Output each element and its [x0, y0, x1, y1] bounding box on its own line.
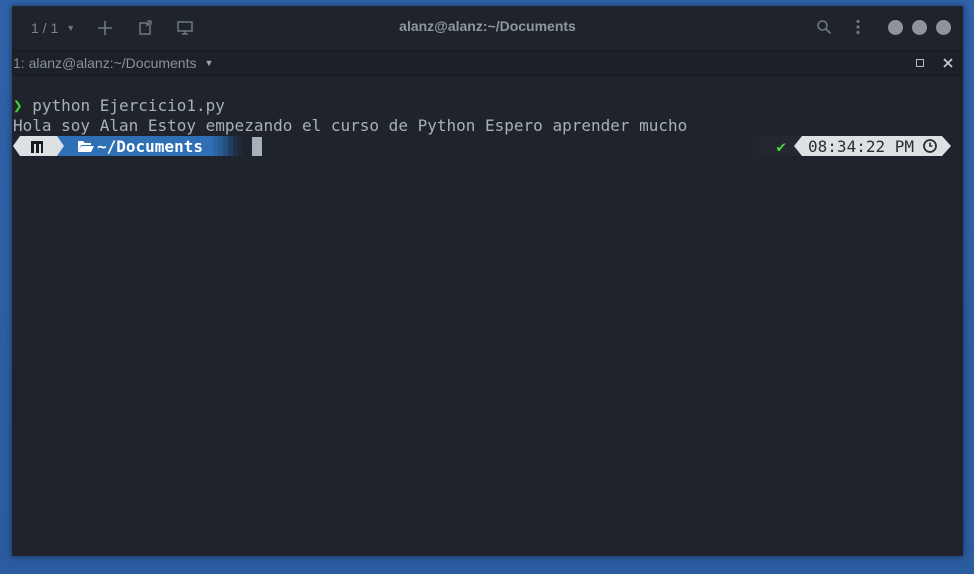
segment-fade	[212, 136, 243, 156]
tab-controls	[913, 56, 955, 70]
close-icon[interactable]	[941, 56, 955, 70]
command-line: ❯ python Ejercicio1.py	[13, 96, 225, 116]
split-icon[interactable]	[175, 18, 195, 38]
terminal-window: 1 / 1 ▼ alanz@alanz:~/Documents 1: alanz…	[12, 6, 963, 556]
minimize-button[interactable]	[888, 19, 903, 35]
desktop: 1 / 1 ▼ alanz@alanz:~/Documents 1: alanz…	[0, 0, 974, 574]
tab-bar: 1: alanz@alanz:~/Documents ▼	[12, 50, 963, 76]
powerline-right-prompt: ✔ 08:34:22 PM	[750, 136, 951, 156]
linux-logo-icon	[13, 136, 71, 156]
powerline-prompt: ~/Documents	[13, 136, 243, 156]
terminal-output-area[interactable]: ❯ python Ejercicio1.py Hola soy Alan Est…	[12, 76, 963, 556]
maximize-button[interactable]	[912, 19, 927, 35]
tab-terminal-1[interactable]: 1: alanz@alanz:~/Documents ▼	[13, 55, 213, 71]
close-button[interactable]	[936, 19, 951, 35]
folder-open-icon	[78, 141, 94, 152]
command-text: python Ejercicio1.py	[32, 96, 225, 115]
exit-status-segment: ✔	[770, 136, 795, 156]
segment-separator	[794, 136, 803, 156]
chevron-down-icon: ▼	[66, 23, 76, 33]
window-buttons	[888, 19, 951, 35]
os-segment	[13, 136, 71, 156]
title-bar: 1 / 1 ▼ alanz@alanz:~/Documents	[12, 6, 963, 50]
chevron-down-icon: ▼	[204, 58, 214, 68]
search-icon[interactable]	[814, 17, 834, 37]
program-output: Hola soy Alan Estoy empezando el curso d…	[13, 116, 688, 135]
clock-icon	[923, 139, 937, 153]
title-bar-right-controls	[800, 17, 951, 37]
detach-icon[interactable]	[135, 18, 155, 38]
clock-time: 08:34:22 PM	[808, 136, 914, 156]
text-cursor	[252, 137, 262, 156]
checkmark-icon: ✔	[776, 136, 787, 156]
maximize-pane-icon[interactable]	[913, 56, 927, 70]
segment-end-cap	[942, 136, 951, 156]
directory-segment[interactable]: ~/Documents	[71, 136, 213, 156]
tab-label: 1: alanz@alanz:~/Documents	[13, 55, 197, 71]
prompt-symbol: ❯	[13, 96, 23, 115]
tab-count-label: 1 / 1	[31, 20, 59, 36]
segment-fade-right	[750, 136, 771, 156]
time-segment: 08:34:22 PM	[802, 136, 942, 156]
tab-switcher[interactable]: 1 / 1 ▼	[31, 20, 75, 36]
plus-icon[interactable]	[95, 18, 115, 38]
title-bar-left-controls: 1 / 1 ▼	[31, 18, 195, 38]
current-directory: ~/Documents	[97, 136, 203, 156]
kebab-menu-icon[interactable]	[848, 17, 868, 37]
